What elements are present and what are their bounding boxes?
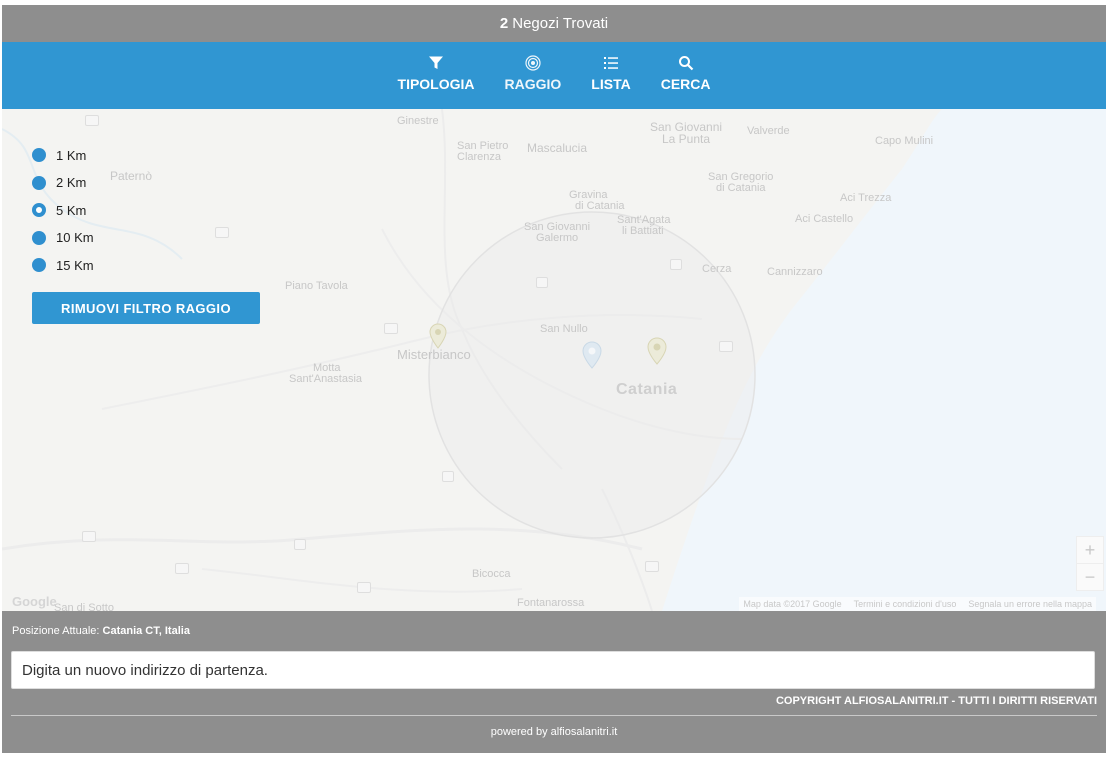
radius-option-label: 10 Km (56, 230, 94, 245)
search-icon (678, 56, 693, 71)
map-label-galermo: Galermo (536, 232, 579, 244)
powered-by: powered by alfiosalanitri.it (2, 726, 1106, 738)
map-label-misterbianco: Misterbianco (397, 347, 471, 362)
road-badge (536, 277, 548, 288)
footer: Posizione Attuale: Catania CT, Italia CO… (2, 611, 1106, 753)
map-label-di-catania-sg: di Catania (716, 182, 766, 194)
road-badge (294, 539, 306, 550)
store-marker-icon[interactable] (647, 337, 667, 365)
map-label-san-nullo: San Nullo (540, 323, 588, 335)
map-label-la-punta: La Punta (662, 132, 711, 146)
copyright-text: COPYRIGHT ALFIOSALANITRI.IT - TUTTI I DI… (775, 695, 1097, 707)
road-badge (645, 561, 659, 572)
nav-lista-label: LISTA (591, 76, 631, 92)
map-label-piano-tavola: Piano Tavola (285, 280, 348, 292)
radius-option-label: 15 Km (56, 257, 94, 273)
map-label-sant-anastasia: Sant'Anastasia (289, 373, 363, 385)
map-label-catania: Catania (616, 381, 678, 398)
position-value: Catania CT, Italia (102, 625, 190, 637)
nav-tipologia-label: TIPOLOGIA (397, 76, 475, 92)
results-count: 2 (499, 15, 509, 32)
road-badge (175, 563, 189, 574)
map-label-fontanarossa: Fontanarossa (517, 597, 585, 609)
nav-tipologia[interactable]: TIPOLOGIA (383, 42, 490, 92)
road-badge (85, 115, 99, 126)
map-label-cerza: Cerza (702, 263, 732, 275)
road-badge (215, 227, 229, 238)
radius-option-10km[interactable]: 10 Km (32, 230, 94, 246)
radio-button[interactable] (32, 175, 46, 190)
current-location-marker-icon[interactable] (582, 341, 602, 369)
results-header: 2 Negozi Trovati (2, 5, 1106, 42)
radio-button[interactable] (32, 230, 46, 245)
radius-option-5km[interactable]: 5 Km (32, 202, 94, 218)
store-marker-icon[interactable] (429, 323, 447, 349)
radio-button[interactable] (32, 258, 46, 272)
zoom-in-button[interactable]: + (1076, 536, 1104, 564)
map-label-cannizzaro: Cannizzaro (767, 266, 823, 278)
nav-cerca[interactable]: CERCA (646, 42, 726, 92)
google-logo[interactable]: Google (12, 594, 57, 609)
nav-cerca-label: CERCA (660, 76, 711, 92)
nav-lista[interactable]: LISTA (576, 42, 645, 92)
powered-link[interactable]: alfiosalanitri.it (551, 726, 618, 738)
radius-icon (525, 55, 541, 71)
map-background (2, 109, 1106, 611)
list-icon (604, 57, 618, 69)
radius-option-label: 1 Km (56, 147, 87, 163)
remove-radius-filter-button[interactable]: RIMUOVI FILTRO RAGGIO (32, 292, 260, 324)
radio-button[interactable] (32, 148, 46, 162)
map-label-di-catania-gr: di Catania (575, 200, 625, 212)
road-badge (384, 323, 398, 334)
map-label-mascalucia: Mascalucia (527, 141, 588, 155)
main-nav: TIPOLOGIA RAGGIO LISTA CERCA (2, 42, 1106, 109)
radius-option-label: 2 Km (56, 175, 87, 190)
radius-option-1km[interactable]: 1 Km (32, 147, 94, 163)
map-attribution: Map data ©2017 Google Termini e condizio… (739, 597, 1096, 611)
map-label-san-di-sotto: San di Sotto (54, 602, 114, 612)
radio-button-selected[interactable] (32, 203, 46, 217)
road-badge (357, 582, 371, 593)
radius-option-15km[interactable]: 15 Km (32, 257, 94, 273)
road-badge (442, 471, 454, 482)
map-data-credit: Map data ©2017 Google (743, 599, 842, 609)
results-title: Negozi Trovati (512, 15, 609, 32)
road-badge (82, 531, 96, 542)
radius-options: 1 Km 2 Km 5 Km 10 Km 15 Km (32, 147, 94, 285)
filter-icon (429, 56, 444, 69)
report-error-link[interactable]: Segnala un errore nella mappa (968, 599, 1092, 609)
address-input[interactable] (11, 651, 1095, 689)
footer-divider (11, 715, 1097, 716)
map-label-bicocca: Bicocca (472, 568, 511, 580)
position-label: Posizione Attuale: (12, 625, 100, 637)
map-label-aci-castello: Aci Castello (795, 213, 854, 225)
map-label-clarenza: Clarenza (457, 151, 502, 163)
map-label-li-battiati: li Battiati (622, 225, 664, 237)
map-label-ginestre: Ginestre (397, 115, 439, 127)
nav-raggio-label: RAGGIO (504, 76, 562, 92)
map-view[interactable]: Ginestre San Pietro Clarenza Mascalucia … (2, 109, 1106, 611)
map-label-valverde: Valverde (747, 125, 790, 137)
nav-raggio[interactable]: RAGGIO (490, 42, 577, 92)
zoom-out-button[interactable]: − (1076, 563, 1104, 591)
map-label-capo-mulini: Capo Mulini (875, 135, 934, 147)
road-badge (670, 259, 682, 270)
map-label-aci-trezza: Aci Trezza (840, 192, 892, 204)
radius-option-2km[interactable]: 2 Km (32, 175, 94, 191)
road-badge (719, 341, 733, 352)
map-label-paterno: Paternò (110, 169, 153, 183)
terms-link[interactable]: Termini e condizioni d'uso (854, 599, 957, 609)
app-frame: 2 Negozi Trovati TIPOLOGIA RAGGIO LISTA (2, 5, 1106, 753)
current-position: Posizione Attuale: Catania CT, Italia (12, 625, 190, 637)
radius-option-label: 5 Km (56, 202, 87, 218)
powered-prefix: powered by (490, 726, 548, 738)
